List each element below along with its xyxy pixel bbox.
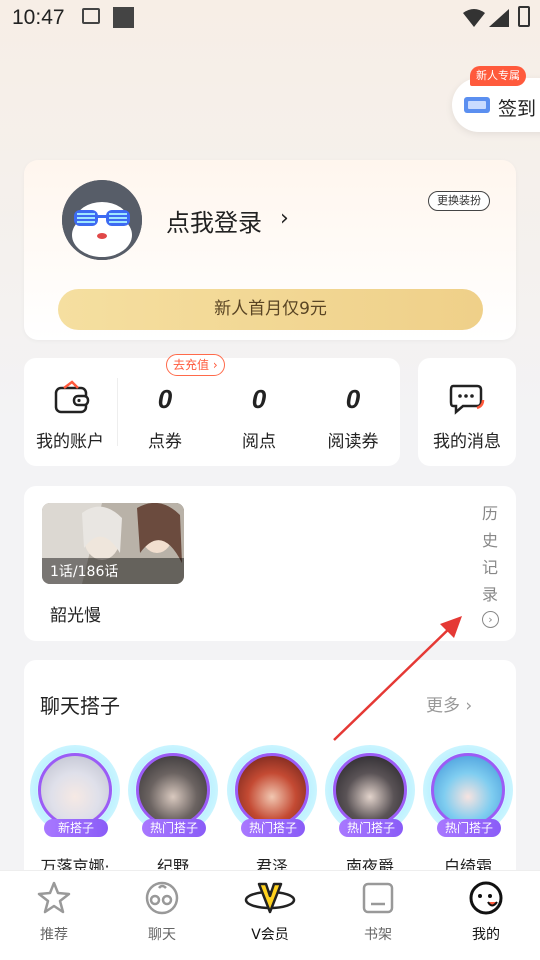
wifi-icon xyxy=(463,9,485,27)
wallet-icon[interactable] xyxy=(54,380,90,414)
signal-icon xyxy=(489,9,509,27)
my-account-label[interactable]: 我的账户 xyxy=(30,427,110,452)
message-icon[interactable] xyxy=(449,382,485,416)
buddy-card[interactable]: 热门搭子 纪野 xyxy=(128,745,218,877)
section-title: 聊天搭子 xyxy=(40,694,120,718)
chevron-right-icon: › xyxy=(280,206,289,231)
tab-label: 聊天 xyxy=(148,927,176,943)
read-ticket-count[interactable]: 0 xyxy=(313,384,393,415)
my-messages-label[interactable]: 我的消息 xyxy=(424,427,510,452)
buddy-card[interactable]: 新搭子 万落京娜· xyxy=(30,745,120,877)
vip-icon xyxy=(244,882,296,914)
coupon-label: 点券 xyxy=(148,432,182,452)
app-notification-icon xyxy=(113,7,134,28)
tab-mine[interactable]: 我的 xyxy=(432,880,540,944)
chat-face-icon xyxy=(145,881,179,915)
comic-episode-progress: 1话/186话 xyxy=(50,564,119,580)
buddy-tag: 热门搭子 xyxy=(339,819,403,837)
divider xyxy=(117,378,118,446)
star-icon xyxy=(37,881,71,914)
change-dress-button[interactable]: 更换装扮 xyxy=(428,191,490,211)
buddy-avatar xyxy=(38,753,112,827)
chevron-circle-icon[interactable]: › xyxy=(482,611,499,628)
profile-face-icon xyxy=(469,881,503,915)
read-points-label: 阅点 xyxy=(242,432,276,452)
login-link[interactable]: 点我登录 xyxy=(166,203,262,238)
annotation-arrow-icon xyxy=(333,616,462,741)
buddy-avatar xyxy=(235,753,309,827)
history-char: 史 xyxy=(481,531,498,550)
tab-recommend[interactable]: 推荐 xyxy=(0,880,108,944)
recharge-button[interactable]: 去充值 › xyxy=(166,354,225,376)
buddy-avatar xyxy=(333,753,407,827)
tab-bookshelf[interactable]: 书架 xyxy=(324,880,432,944)
vip-offer-button[interactable]: 新人首月仅9元 xyxy=(58,289,483,330)
tab-vip[interactable]: V会员 xyxy=(216,880,324,944)
tab-label: 书架 xyxy=(364,927,392,943)
image-notification-icon xyxy=(82,8,100,24)
buddy-card[interactable]: 热门搭子 白绮霜 xyxy=(423,745,513,877)
default-avatar-icon xyxy=(62,180,142,260)
history-char: 录 xyxy=(481,585,498,604)
signin-label[interactable]: 签到 xyxy=(498,94,536,121)
status-bar xyxy=(0,0,540,38)
ticket-icon xyxy=(464,97,490,113)
avatar[interactable] xyxy=(62,180,142,260)
buddy-card[interactable]: 热门搭子 南夜爵 xyxy=(325,745,415,877)
history-char: 历 xyxy=(481,504,498,523)
buddy-avatar xyxy=(136,753,210,827)
history-char: 记 xyxy=(481,558,498,577)
new-user-badge: 新人专属 xyxy=(470,66,526,86)
history-record-link[interactable]: 历 史 记 录 xyxy=(478,500,502,608)
buddy-tag: 新搭子 xyxy=(44,819,108,837)
battery-icon xyxy=(518,6,530,27)
read-ticket-label: 阅读券 xyxy=(327,432,379,452)
status-time: 10:47 xyxy=(12,6,65,29)
coupon-count[interactable]: 0 xyxy=(135,384,195,415)
tab-label: 我的 xyxy=(472,927,500,943)
bookshelf-icon xyxy=(362,882,394,914)
tab-label: 推荐 xyxy=(40,927,68,943)
comic-title[interactable]: 韶光慢 xyxy=(50,601,101,626)
tab-chat[interactable]: 聊天 xyxy=(108,880,216,944)
buddy-avatar xyxy=(431,753,505,827)
buddy-tag: 热门搭子 xyxy=(241,819,305,837)
buddy-tag: 热门搭子 xyxy=(437,819,501,837)
buddy-card[interactable]: 热门搭子 君泽 xyxy=(227,745,317,877)
tab-label: V会员 xyxy=(251,927,289,943)
buddy-tag: 热门搭子 xyxy=(142,819,206,837)
read-points-count[interactable]: 0 xyxy=(229,384,289,415)
